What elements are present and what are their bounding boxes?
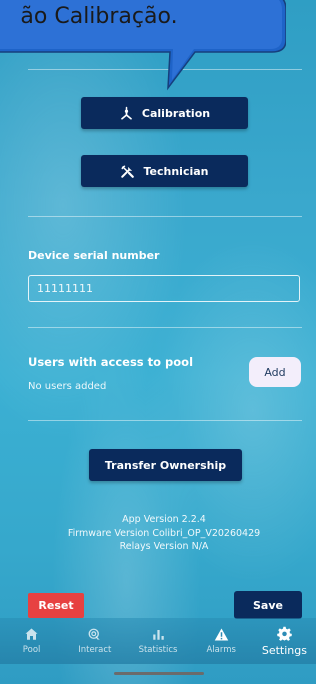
users-access-title: Users with access to pool [28, 355, 194, 369]
firmware-version: Firmware Version Colibri_OP_V20260429 [67, 527, 261, 539]
calibration-icon [121, 106, 132, 120]
settings-screen: Calibration Technician Device serial num… [0, 0, 316, 684]
tools-icon [121, 165, 135, 178]
home-indicator [114, 672, 204, 675]
alarm-icon [214, 628, 228, 641]
serial-number-label: Device serial number [28, 249, 160, 262]
tab-interact[interactable]: Interact [63, 618, 126, 664]
statistics-icon [152, 630, 164, 640]
callout-tooltip: ão Calibração. [0, 0, 286, 91]
tab-pool-label: Pool [22, 645, 41, 655]
reset-button[interactable]: Reset [28, 593, 84, 618]
tab-alarms[interactable]: Alarms [190, 618, 253, 664]
technician-button[interactable]: Technician [81, 155, 248, 187]
serial-number-field[interactable]: 11111111 [28, 275, 300, 302]
tab-alarms-label: Alarms [206, 645, 236, 655]
tab-statistics-label: Statistics [138, 645, 178, 655]
no-users-text: No users added [28, 381, 107, 392]
bottom-tab-bar: Pool Interact Statistics Alarms Settings [0, 618, 316, 664]
add-user-button[interactable]: Add [249, 357, 301, 387]
divider-2 [28, 216, 302, 217]
calibration-button[interactable]: Calibration [81, 97, 248, 129]
divider-4 [28, 420, 302, 421]
calibration-label: Calibration [141, 106, 211, 120]
interact-icon [88, 628, 101, 640]
save-button[interactable]: Save [234, 591, 302, 619]
gear-icon [277, 626, 292, 641]
app-version: App Version 2.2.4 [122, 514, 206, 525]
transfer-ownership-button[interactable]: Transfer Ownership [89, 449, 242, 481]
tab-settings[interactable]: Settings [253, 618, 316, 664]
technician-label: Technician [143, 164, 209, 178]
serial-number-value: 11111111 [37, 282, 93, 295]
home-icon [25, 628, 38, 640]
divider-3 [28, 327, 302, 328]
tab-pool[interactable]: Pool [0, 618, 63, 664]
tab-interact-label: Interact [78, 645, 112, 655]
relays-version: Relays Version N/A [119, 541, 209, 552]
tab-statistics[interactable]: Statistics [126, 618, 189, 664]
version-info: App Version 2.2.4 Firmware Version Colib… [28, 513, 300, 554]
callout-text: ão Calibração. [20, 3, 178, 29]
tab-settings-label: Settings [261, 643, 307, 657]
